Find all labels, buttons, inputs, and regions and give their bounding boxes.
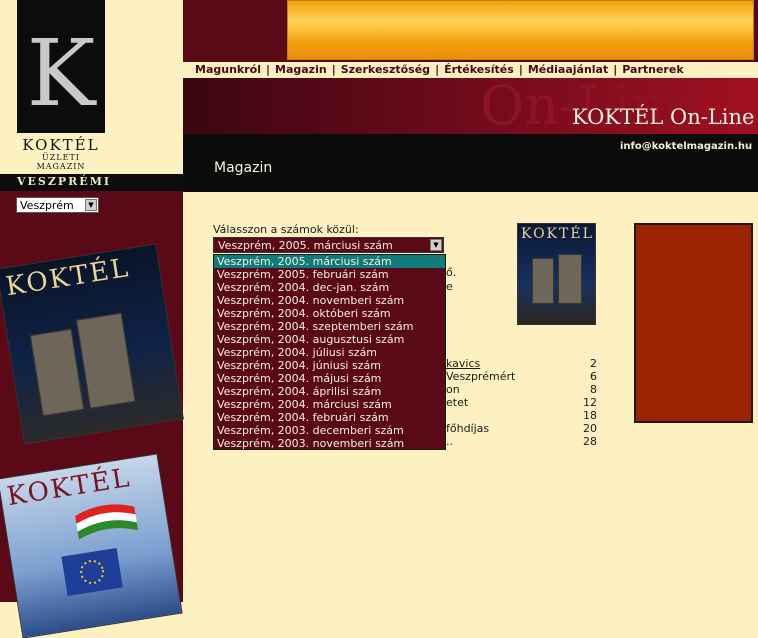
issue-option[interactable]: Veszprém, 2003. novemberi szám [214,437,445,450]
issue-select-label: Válasszon a számok közül: [213,223,359,236]
nav-separator: | [435,63,440,76]
issue-dropdown-list[interactable]: Veszprém, 2005. márciusi szám Veszprém, … [213,254,446,450]
issue-cover-thumbnail[interactable]: KOKTÉL [517,223,596,325]
issue-option[interactable]: Veszprém, 2004. májusi szám [214,372,445,385]
contents-fragment: ő. [446,266,457,279]
issue-option[interactable]: Veszprém, 2004. októberi szám [214,307,445,320]
cover-building [558,254,582,304]
contents-text: Veszprémért [446,370,516,383]
issue-option[interactable]: Veszprém, 2004. júniusi szám [214,359,445,372]
cover-building [532,258,554,304]
issue-select-value: Veszprém, 2005. márciusi szám [218,239,393,252]
magazine-cover-previous[interactable]: KOKTÉL [0,454,182,638]
issue-option[interactable]: Veszprém, 2004. márciusi szám [214,398,445,411]
contents-page: 12 [583,396,597,409]
nav-separator: | [331,63,336,76]
issue-select[interactable]: Veszprém, 2005. márciusi szám ▼ [213,237,444,253]
logo-subtitle: ÜZLETI MAGAZIN [36,153,86,171]
side-panel-box [634,223,753,423]
issue-option[interactable]: Veszprém, 2004. novemberi szám [214,294,445,307]
issue-option[interactable]: Veszprém, 2004. szeptemberi szám [214,320,445,333]
cover-building [29,328,85,417]
contents-text: on [446,383,460,396]
issue-option[interactable]: Veszprém, 2004. februári szám [214,411,445,424]
contents-page: 2 [590,357,597,370]
cover-building [76,312,136,409]
logo-letter: K [26,20,96,127]
contents-text: .. [446,435,453,448]
nav-link-magazin[interactable]: Magazin [275,63,327,76]
cover-title: KOKTÉL [521,226,594,242]
city-select[interactable]: Veszprém ▼ [16,197,99,213]
site-title: KOKTÉL On-Line [572,105,755,129]
issue-option[interactable]: Veszprém, 2003. decemberi szám [214,424,445,437]
magazine-cover-current[interactable]: KOKTÉL [0,244,183,444]
issue-option[interactable]: Veszprém, 2004. júliusi szám [214,346,445,359]
contents-text: főhdíjas [446,422,490,435]
hungarian-flag-icon [75,504,139,540]
chevron-down-icon[interactable]: ▼ [85,199,97,211]
contents-page: 6 [590,370,597,383]
nav-separator: | [265,63,271,76]
banner[interactable] [287,0,754,60]
contents-page: 28 [583,435,597,448]
nav-link-szerkesztoseg[interactable]: Szerkesztőség [341,63,430,76]
chevron-down-icon[interactable]: ▼ [430,239,442,251]
contents-link[interactable]: kavics [446,357,480,370]
issue-option[interactable]: Veszprém, 2004. dec-jan. szám [214,281,445,294]
contents-page: 18 [583,409,597,422]
city-select-value: Veszprém [20,199,74,212]
contents-text: etet [446,396,469,409]
contents-page: 8 [590,383,597,396]
email-link[interactable]: info@koktelmagazin.hu [620,141,752,152]
logo-wordmark: KOKTÉL [22,136,100,154]
issue-option[interactable]: Veszprém, 2004. áprilisi szám [214,385,445,398]
issue-option[interactable]: Veszprém, 2005. márciusi szám [214,255,445,268]
page-title: Magazin [214,160,273,176]
eu-flag-icon [61,547,123,597]
nav-link-magunkrol[interactable]: Magunkról [195,63,261,76]
city-label: VESZPRÉMI [17,175,112,188]
contents-fragment: e [446,280,453,293]
contents-page: 20 [583,422,597,435]
issue-option[interactable]: Veszprém, 2005. februári szám [214,268,445,281]
issue-option[interactable]: Veszprém, 2004. augusztusi szám [214,333,445,346]
